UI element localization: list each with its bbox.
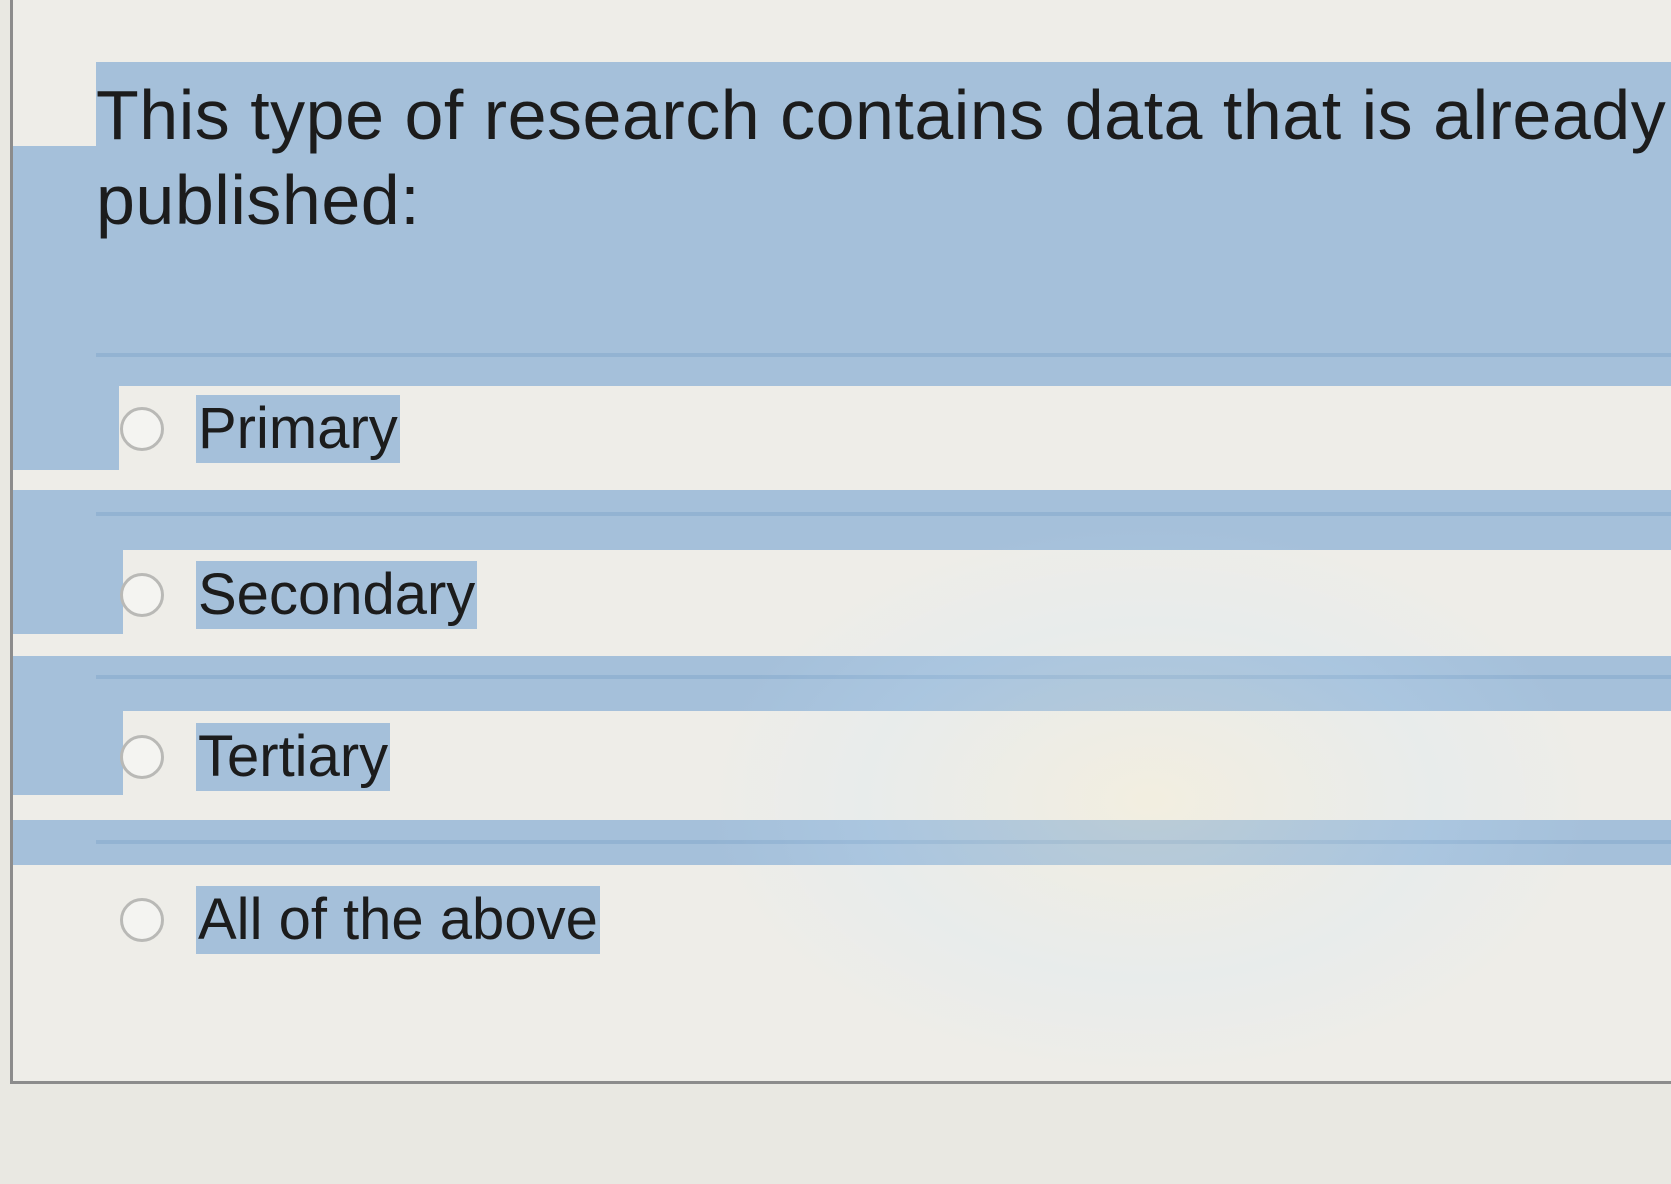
answer-option-label: Tertiary bbox=[196, 723, 391, 791]
answer-option-all-of-the-above[interactable]: All of the above bbox=[120, 880, 600, 960]
radio-button-icon[interactable] bbox=[120, 573, 164, 617]
question-text-line2: published: bbox=[96, 161, 421, 239]
separator-line bbox=[96, 675, 1671, 679]
question-highlight-gap bbox=[13, 241, 1671, 386]
separator-line bbox=[96, 840, 1671, 844]
radio-button-icon[interactable] bbox=[120, 407, 164, 451]
option-gap-highlight-3 bbox=[13, 550, 123, 634]
option-gap-highlight-5 bbox=[13, 711, 123, 795]
answer-option-label: All of the above bbox=[196, 886, 600, 954]
radio-button-icon[interactable] bbox=[120, 735, 164, 779]
answer-option-tertiary[interactable]: Tertiary bbox=[120, 717, 391, 797]
answer-option-label: Primary bbox=[196, 395, 400, 463]
question-text-line1: This type of research contains data that… bbox=[96, 76, 1667, 154]
option-gap-highlight-1 bbox=[13, 386, 119, 470]
answer-option-label: Secondary bbox=[196, 561, 478, 629]
option-gap-highlight-4 bbox=[13, 656, 1671, 711]
separator-line bbox=[96, 353, 1671, 357]
radio-button-icon[interactable] bbox=[120, 898, 164, 942]
option-gap-highlight-2 bbox=[13, 490, 1671, 550]
answer-option-primary[interactable]: Primary bbox=[120, 389, 400, 469]
answer-option-secondary[interactable]: Secondary bbox=[120, 555, 478, 635]
separator-line bbox=[96, 512, 1671, 516]
